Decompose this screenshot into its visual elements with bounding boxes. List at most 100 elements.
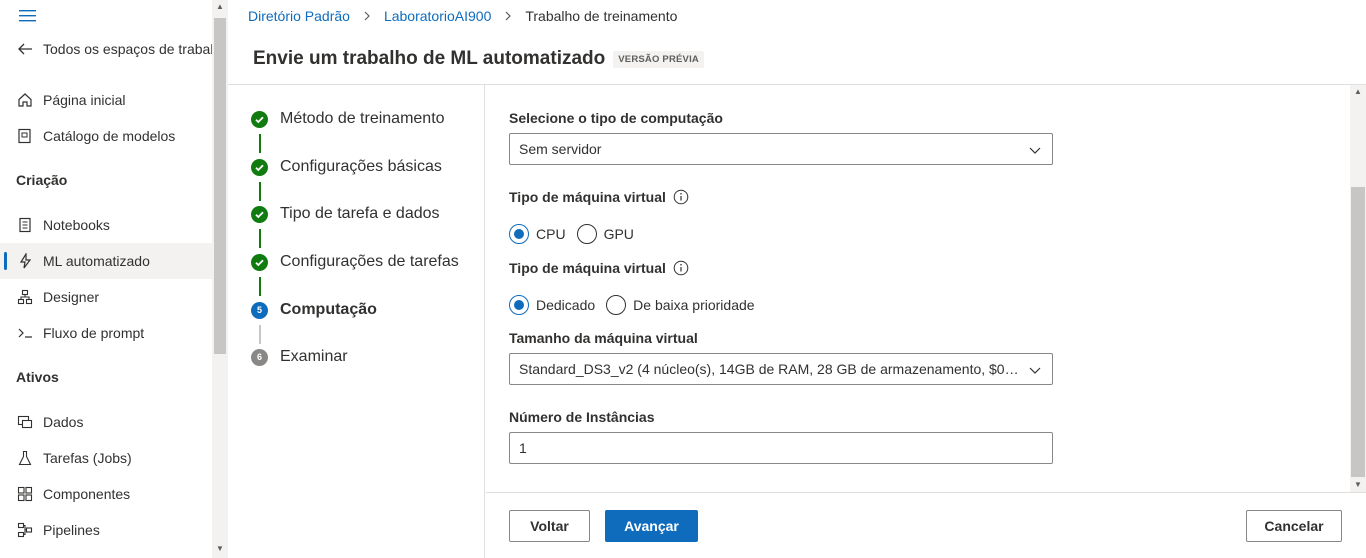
sidebar-item-label: Catálogo de modelos xyxy=(43,128,176,144)
radio-label: CPU xyxy=(536,226,566,242)
automl-icon xyxy=(16,252,34,270)
catalog-icon xyxy=(16,127,34,145)
breadcrumb-default-directory[interactable]: Diretório Padrão xyxy=(248,8,350,24)
info-icon[interactable] xyxy=(673,260,689,276)
cancel-button[interactable]: Cancelar xyxy=(1246,510,1342,542)
vm-size-label: Tamanho da máquina virtual xyxy=(509,330,698,346)
step-label: Método de treinamento xyxy=(280,110,445,127)
radio-button[interactable] xyxy=(606,295,627,315)
designer-icon xyxy=(16,288,34,306)
sidebar-scrollbar[interactable]: ▲ ▼ xyxy=(212,0,228,558)
step-compute[interactable]: 5 Computação xyxy=(251,298,377,322)
data-icon xyxy=(16,413,34,431)
step-label: Examinar xyxy=(280,348,348,365)
sidebar-item-data[interactable]: Dados xyxy=(0,404,212,440)
section-heading-criacao: Criação xyxy=(16,172,68,188)
pipelines-icon xyxy=(16,521,34,539)
vm-size-dropdown[interactable]: Standard_DS3_v2 (4 núcleo(s), 14GB de RA… xyxy=(509,353,1053,385)
chevron-down-icon xyxy=(1029,367,1041,374)
checkmark-icon xyxy=(251,205,268,223)
breadcrumb-current-page: Trabalho de treinamento xyxy=(525,8,678,24)
compute-type-dropdown[interactable]: Sem servidor xyxy=(509,133,1053,165)
prompt-flow-icon xyxy=(16,324,34,342)
radio-low-priority[interactable]: De baixa prioridade xyxy=(606,295,755,315)
step-task-type-data[interactable]: Tipo de tarefa e dados xyxy=(251,202,440,226)
sidebar-item-label: Fluxo de prompt xyxy=(43,325,145,341)
sidebar-item-pipelines[interactable]: Pipelines xyxy=(0,512,212,548)
step-label: Computação xyxy=(280,301,377,318)
vm-tier-label: Tipo de máquina virtual xyxy=(509,260,689,276)
chevron-right-icon xyxy=(504,11,512,21)
form-scrollbar[interactable]: ▲ ▼ xyxy=(1350,85,1366,492)
step-label: Configurações de tarefas xyxy=(280,253,459,270)
components-icon xyxy=(16,485,34,503)
section-heading-ativos: Ativos xyxy=(16,369,59,385)
hamburger-menu-icon[interactable] xyxy=(19,9,37,23)
step-review[interactable]: 6 Examinar xyxy=(251,345,348,369)
radio-gpu[interactable]: GPU xyxy=(576,224,634,244)
sidebar-item-label: Página inicial xyxy=(43,92,126,108)
sidebar-item-label: Pipelines xyxy=(43,522,100,538)
back-button[interactable]: Voltar xyxy=(509,510,590,542)
wizard-stepper: Método de treinamento Configurações bási… xyxy=(228,85,485,558)
scroll-up-arrow-icon[interactable]: ▲ xyxy=(212,0,228,14)
step-connector xyxy=(259,277,261,296)
instances-label: Número de Instâncias xyxy=(509,409,655,425)
checkmark-icon xyxy=(251,158,268,176)
back-to-workspaces-link[interactable]: Todos os espaços de trabal xyxy=(0,31,212,67)
home-icon xyxy=(16,91,34,109)
page-title: Envie um trabalho de ML automatizado VER… xyxy=(253,48,704,70)
next-button[interactable]: Avançar xyxy=(605,510,698,542)
compute-type-label: Selecione o tipo de computação xyxy=(509,110,723,126)
radio-button-checked[interactable] xyxy=(509,224,529,244)
radio-button-checked[interactable] xyxy=(509,295,529,315)
breadcrumb: Diretório Padrão LaboratorioAI900 Trabal… xyxy=(248,7,677,25)
vm-tier-radio-group: Dedicado De baixa prioridade xyxy=(509,295,766,315)
radio-cpu[interactable]: CPU xyxy=(509,224,566,244)
sidebar-item-prompt-flow[interactable]: Fluxo de prompt xyxy=(0,315,212,351)
scroll-down-arrow-icon[interactable]: ▼ xyxy=(212,542,228,556)
scroll-down-arrow-icon[interactable]: ▼ xyxy=(1350,478,1366,492)
step-connector xyxy=(259,229,261,248)
sidebar-item-model-catalog[interactable]: Catálogo de modelos xyxy=(0,118,212,154)
step-label: Configurações básicas xyxy=(280,158,442,175)
step-task-settings[interactable]: Configurações de tarefas xyxy=(251,250,459,274)
left-navigation-content: Todos os espaços de trabal Página inicia… xyxy=(0,0,212,558)
compute-form: Selecione o tipo de computação Sem servi… xyxy=(486,85,1350,492)
sidebar-item-components[interactable]: Componentes xyxy=(0,476,212,512)
step-number-badge: 5 xyxy=(251,301,268,319)
vm-type-radio-group: CPU GPU xyxy=(509,224,645,244)
step-connector xyxy=(259,134,261,153)
radio-dedicated[interactable]: Dedicado xyxy=(509,295,595,315)
radio-label: Dedicado xyxy=(536,297,596,313)
sidebar-item-jobs[interactable]: Tarefas (Jobs) xyxy=(0,440,212,476)
vm-tier-label-text: Tipo de máquina virtual xyxy=(509,260,666,276)
scroll-up-arrow-icon[interactable]: ▲ xyxy=(1350,85,1366,99)
step-connector xyxy=(259,182,261,201)
sidebar-item-label: Tarefas (Jobs) xyxy=(43,450,132,466)
sidebar-item-automated-ml[interactable]: ML automatizado xyxy=(0,243,212,279)
vm-type-label-text: Tipo de máquina virtual xyxy=(509,189,666,205)
form-scrollbar-thumb[interactable] xyxy=(1351,187,1365,477)
page-title-text: Envie um trabalho de ML automatizado xyxy=(253,48,606,69)
sidebar-item-notebooks[interactable]: Notebooks xyxy=(0,207,212,243)
sidebar-item-label: Designer xyxy=(43,289,100,305)
sidebar-item-home[interactable]: Página inicial xyxy=(0,82,212,118)
radio-button[interactable] xyxy=(576,224,597,244)
breadcrumb-workspace[interactable]: LaboratorioAI900 xyxy=(384,8,491,24)
step-label: Tipo de tarefa e dados xyxy=(280,205,440,222)
step-training-method[interactable]: Método de treinamento xyxy=(251,107,445,131)
footer-divider xyxy=(486,492,1366,493)
checkmark-icon xyxy=(251,253,268,271)
instances-input[interactable] xyxy=(509,432,1053,464)
chevron-right-icon xyxy=(363,11,371,21)
sidebar-item-designer[interactable]: Designer xyxy=(0,279,212,315)
sidebar-item-label: Dados xyxy=(43,414,84,430)
arrow-left-icon xyxy=(16,40,34,58)
vm-size-value: Standard_DS3_v2 (4 núcleo(s), 14GB de RA… xyxy=(519,361,1019,377)
step-number-badge: 6 xyxy=(251,348,268,366)
sidebar-scrollbar-thumb[interactable] xyxy=(214,18,226,354)
step-basic-settings[interactable]: Configurações básicas xyxy=(251,155,442,179)
preview-badge: VERSÃO PRÉVIA xyxy=(613,50,704,68)
info-icon[interactable] xyxy=(673,189,689,205)
